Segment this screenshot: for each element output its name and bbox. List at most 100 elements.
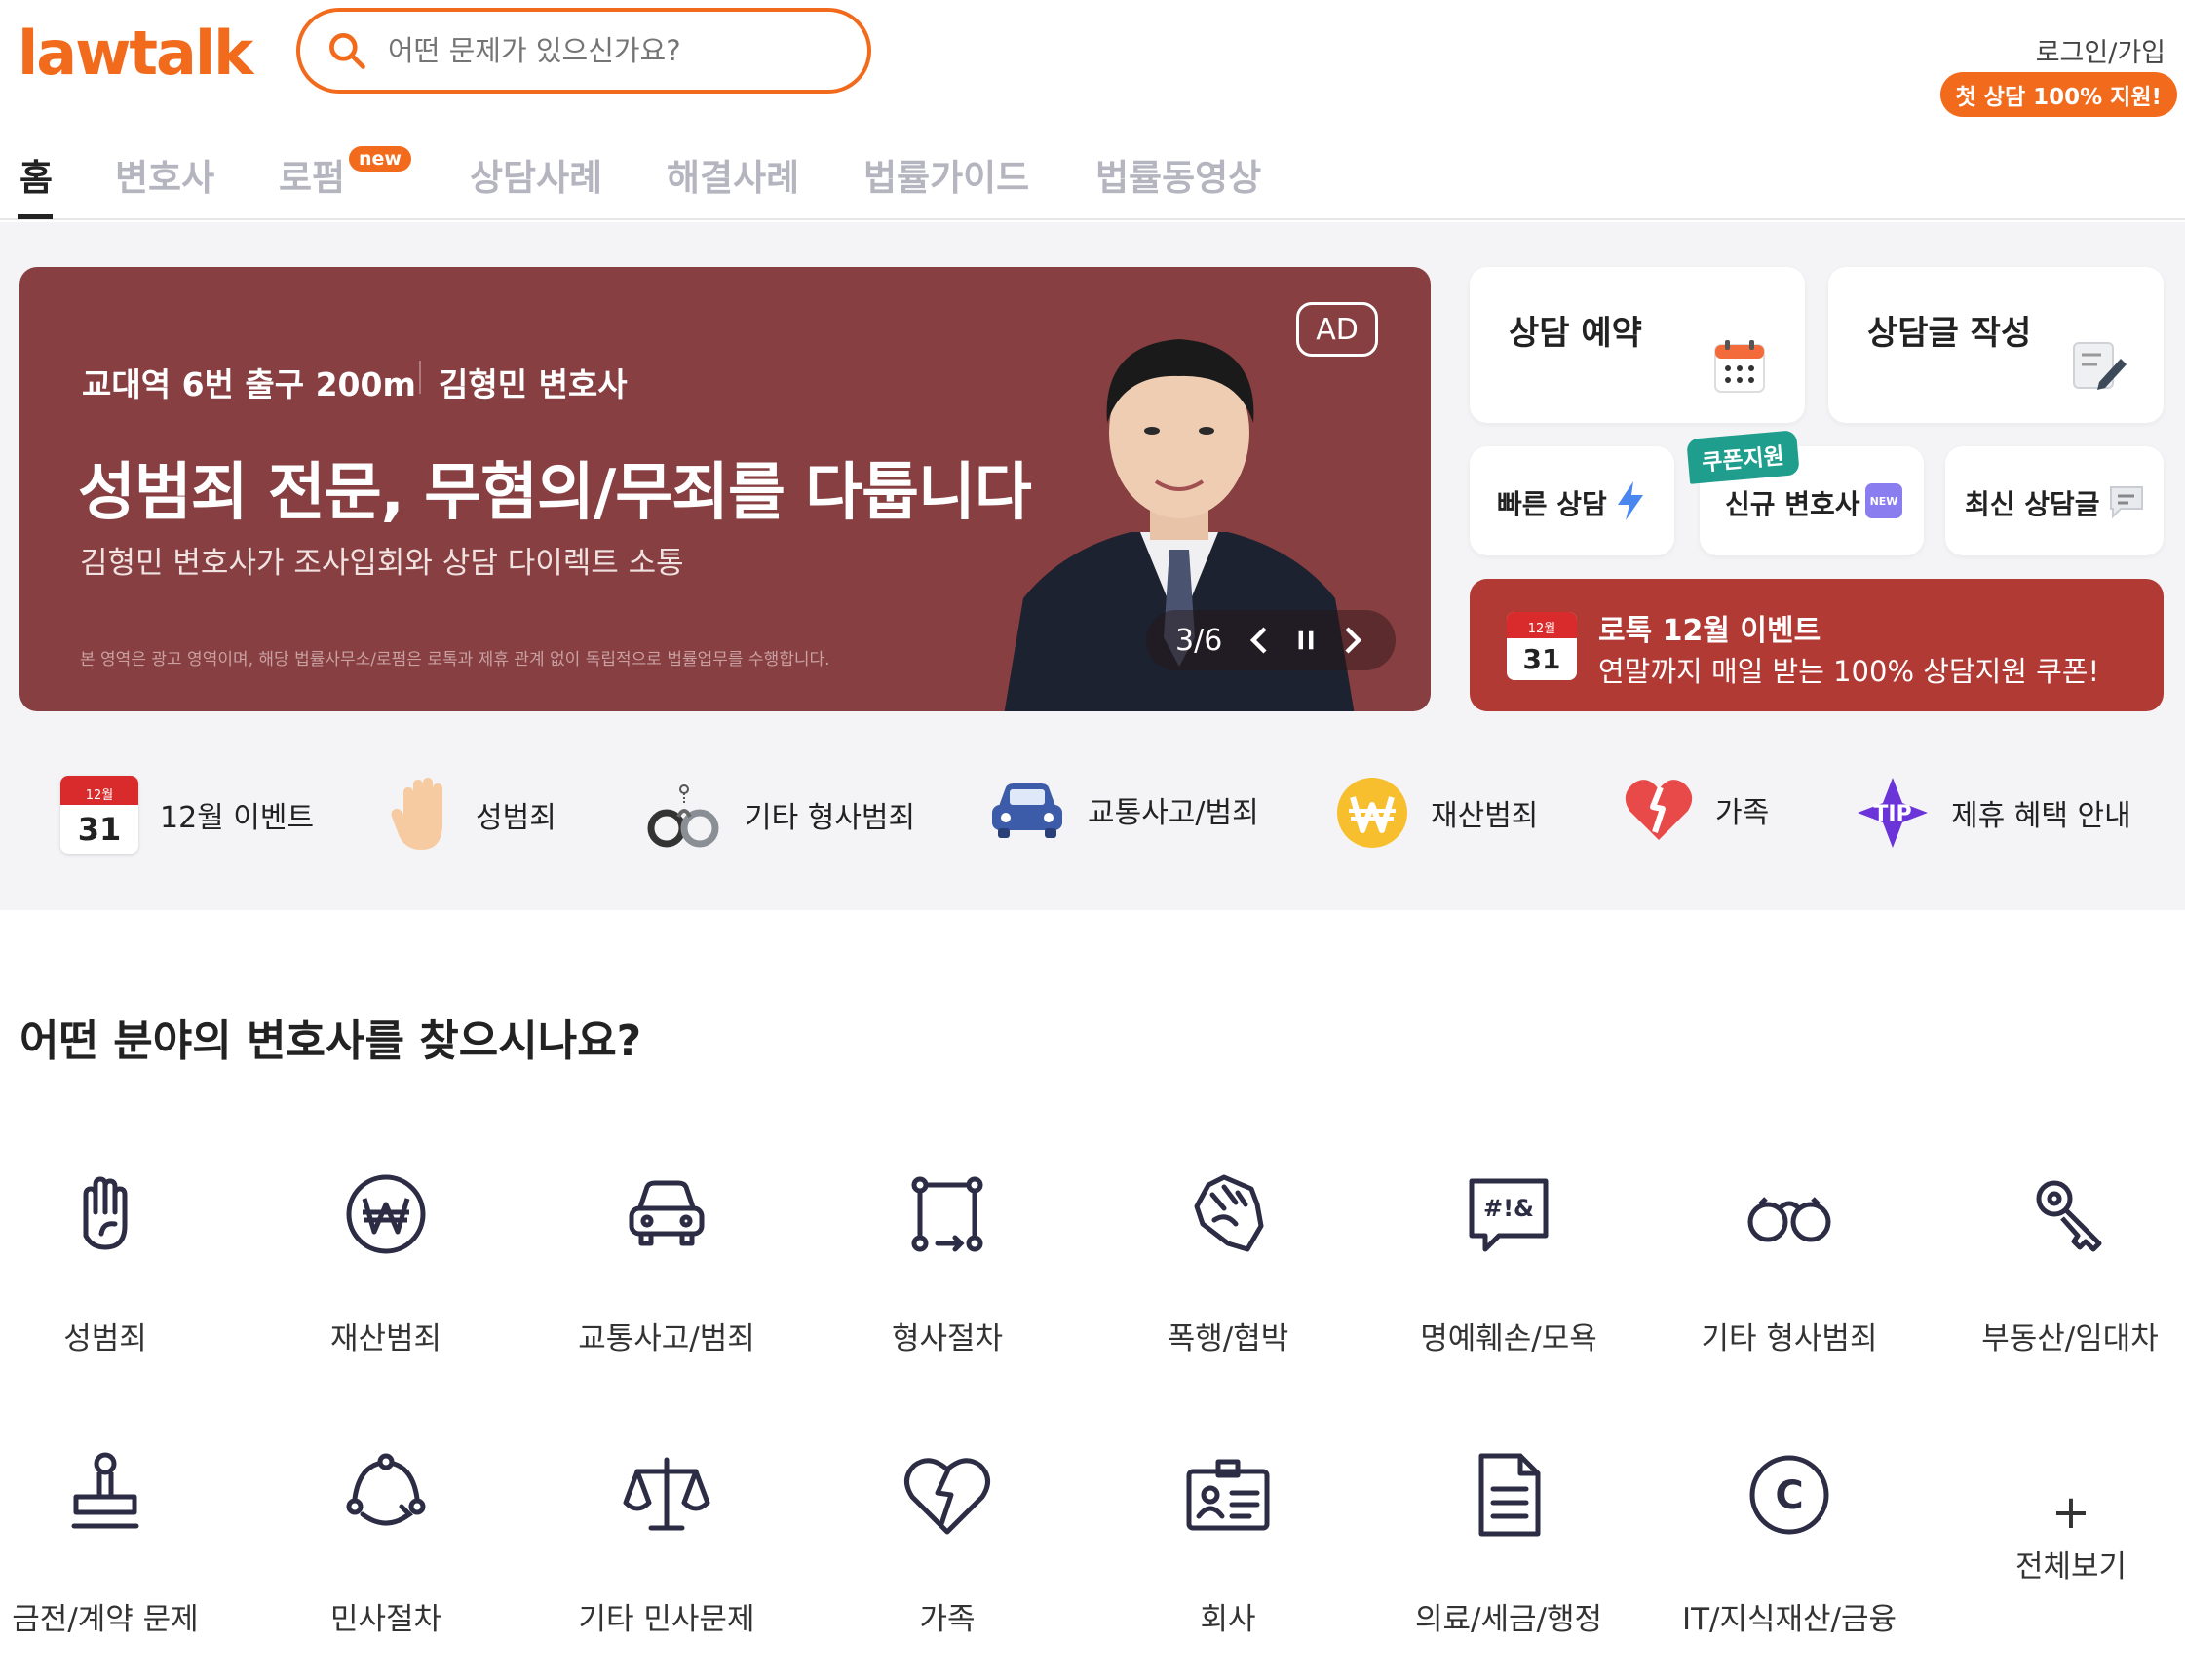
- quick-category-family[interactable]: 가족: [1624, 776, 1769, 844]
- field-company[interactable]: 회사: [1088, 1446, 1368, 1638]
- won-icon: [346, 1174, 426, 1254]
- slide-counter: 3/6: [1175, 623, 1223, 658]
- event-subtitle: 연말까지 매일 받는 100% 상담지원 쿠폰!: [1598, 655, 2100, 688]
- field-medical-tax-admin[interactable]: 의료/세금/행정: [1368, 1446, 1649, 1638]
- latest-consult-card[interactable]: 최신 상담글: [1945, 446, 2164, 555]
- field-label: 부동산/임대차: [1981, 1321, 2159, 1356]
- field-it-ip-finance[interactable]: C IT/지식재산/금융: [1649, 1446, 1930, 1638]
- quick-category-label: 12월 이벤트: [160, 801, 315, 835]
- car-outline-icon: [629, 1180, 705, 1246]
- quick-category-other-criminal[interactable]: 기타 형사범죄: [645, 776, 915, 854]
- first-consult-badge: 첫 상담 100% 지원!: [1939, 72, 2177, 117]
- consult-reserve-label: 상담 예약: [1509, 314, 1642, 353]
- quick-category-label: 교통사고/범죄: [1088, 796, 1259, 830]
- calendar-icon: [1714, 340, 1765, 393]
- banner-lawyer-name: 김형민 변호사: [439, 365, 628, 403]
- field-label: 의료/세금/행정: [1414, 1602, 1602, 1637]
- quick-category-label: 기타 형사범죄: [745, 801, 916, 835]
- search-input[interactable]: [388, 34, 836, 67]
- december-event-card[interactable]: 12월 31 로톡 12월 이벤트 연말까지 매일 받는 100% 상담지원 쿠…: [1470, 579, 2164, 711]
- prev-slide-button[interactable]: [1247, 627, 1271, 654]
- procedure-icon: [911, 1176, 983, 1252]
- broken-heart-icon: [1625, 780, 1693, 840]
- new-badge-icon: NEW: [1865, 483, 1902, 518]
- coupon-support-tag: 쿠폰지원: [1686, 430, 1800, 484]
- speech-symbols-icon: #!&: [1469, 1178, 1549, 1252]
- banner-title: 성범죄 전문, 무혐의/무죄를 다툽니다: [78, 457, 1032, 529]
- quick-category-label: 재산범죄: [1431, 799, 1539, 833]
- field-label: 교통사고/범죄: [578, 1321, 755, 1356]
- field-label: 형사절차: [891, 1321, 1004, 1356]
- field-family[interactable]: 가족: [807, 1446, 1088, 1638]
- ad-banner[interactable]: 교대역 6번 출구 200m 김형민 변호사 성범죄 전문, 무혐의/무죄를 다…: [19, 267, 1431, 711]
- field-civil-procedure[interactable]: 민사절차: [246, 1446, 526, 1638]
- calendar-month: 12월: [60, 776, 138, 806]
- tab-home[interactable]: 홈: [19, 148, 53, 201]
- field-assault-threat[interactable]: 폭행/협박: [1088, 1165, 1368, 1357]
- field-money-contract[interactable]: 금전/계약 문제: [0, 1446, 246, 1638]
- id-card-icon: [1186, 1459, 1270, 1531]
- handcuffs-icon: [647, 784, 719, 848]
- field-label: 재산범죄: [329, 1321, 442, 1356]
- quick-category-property-crime[interactable]: 재산범죄: [1335, 776, 1538, 850]
- field-defamation[interactable]: #!& 명예훼손/모욕: [1368, 1165, 1649, 1357]
- tip-star-icon: TIP: [1858, 778, 1928, 848]
- new-badge: new: [349, 146, 411, 172]
- field-label: 민사절차: [329, 1602, 442, 1637]
- field-other-criminal[interactable]: 기타 형사범죄: [1649, 1165, 1930, 1357]
- copyright-glyph: C: [1775, 1473, 1803, 1518]
- defamation-glyph: #!&: [1483, 1195, 1534, 1222]
- event-title: 로톡 12월 이벤트: [1598, 614, 1821, 648]
- broken-heart-outline-icon: [904, 1458, 990, 1535]
- tab-legal-videos[interactable]: 법률동영상: [1095, 148, 1261, 201]
- field-sex-crime[interactable]: 성범죄: [0, 1165, 246, 1357]
- banner-separator: [419, 361, 421, 394]
- calendar-31-icon: 12월 31: [60, 776, 138, 854]
- quick-category-partner-benefits[interactable]: TIP 제휴 혜택 안내: [1856, 776, 2131, 850]
- calendar-day: 31: [77, 811, 122, 849]
- lawtalk-logo[interactable]: lawtalk: [18, 18, 253, 89]
- stamp-icon: [71, 1452, 139, 1529]
- field-real-estate[interactable]: 부동산/임대차: [1930, 1165, 2185, 1357]
- slider-controls: 3/6: [1146, 610, 1396, 670]
- active-tab-indicator: [18, 214, 53, 219]
- write-consult-card[interactable]: 상담글 작성: [1828, 267, 2164, 423]
- chat-bubble-icon: [2110, 486, 2143, 519]
- next-slide-button[interactable]: [1341, 627, 1364, 654]
- quick-category-label: 가족: [1715, 796, 1770, 830]
- field-traffic[interactable]: 교통사고/범죄: [526, 1165, 807, 1357]
- consult-reserve-card[interactable]: 상담 예약: [1470, 267, 1805, 423]
- quick-category-december-event[interactable]: 12월 31 12월 이벤트: [60, 776, 314, 854]
- login-link[interactable]: 로그인/가입: [2036, 31, 2166, 69]
- new-lawyer-label: 신규 변호사: [1725, 488, 1860, 520]
- banner-location: 교대역 6번 출구 200m: [82, 365, 416, 403]
- field-property-crime[interactable]: 재산범죄: [246, 1165, 526, 1357]
- field-other-civil[interactable]: 기타 민사문제: [526, 1446, 807, 1638]
- view-all-fields-button[interactable]: + 전체보기: [1998, 1485, 2144, 1585]
- field-criminal-procedure[interactable]: 형사절차: [807, 1165, 1088, 1357]
- calendar-day: 31: [1522, 642, 1561, 675]
- tab-consult-cases[interactable]: 상담사례: [470, 148, 602, 201]
- scales-icon: [623, 1457, 710, 1531]
- fast-consult-card[interactable]: 빠른 상담: [1470, 446, 1674, 555]
- search-bar[interactable]: [296, 8, 871, 94]
- tab-legal-guide[interactable]: 법률가이드: [863, 148, 1029, 201]
- field-label: 기타 민사문제: [578, 1602, 755, 1637]
- hand-icon: [83, 1176, 128, 1250]
- quick-category-sex-crime[interactable]: 성범죄: [390, 776, 556, 854]
- latest-consult-label: 최신 상담글: [1965, 488, 2100, 520]
- tab-solved-cases[interactable]: 해결사례: [667, 148, 799, 201]
- tab-lawyers[interactable]: 변호사: [115, 148, 214, 201]
- banner-description: 김형민 변호사가 조사입회와 상담 다이렉트 소통: [80, 546, 684, 581]
- calendar-31-icon: 12월 31: [1507, 612, 1577, 680]
- field-label: 가족: [919, 1602, 976, 1637]
- won-coin-icon: [1337, 778, 1407, 848]
- field-label: IT/지식재산/금융: [1681, 1602, 1898, 1637]
- search-icon: [329, 33, 365, 69]
- lightning-icon: [1618, 481, 1643, 520]
- plus-icon: +: [2051, 1485, 2091, 1540]
- pause-button[interactable]: [1296, 628, 1316, 653]
- tab-lawfirms[interactable]: 로펌: [279, 148, 345, 201]
- fast-consult-label: 빠른 상담: [1497, 488, 1607, 520]
- quick-category-traffic[interactable]: 교통사고/범죄: [988, 776, 1259, 844]
